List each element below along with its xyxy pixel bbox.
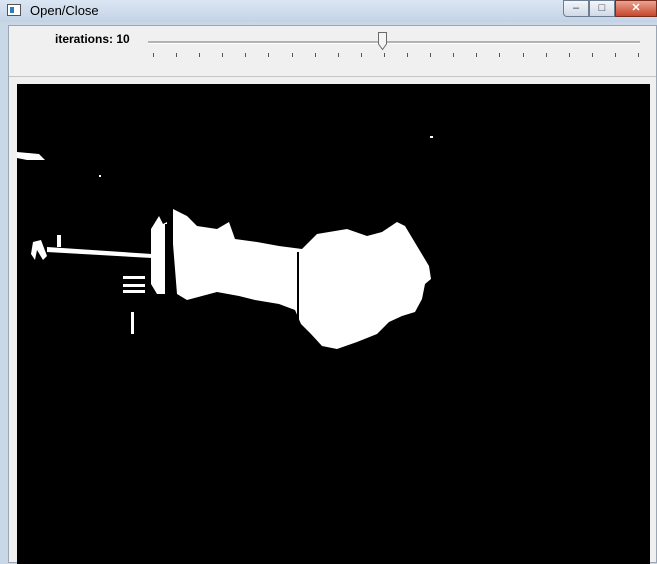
trackbar-tick (337, 53, 339, 57)
binary-image (17, 84, 650, 564)
trackbar-panel: iterations: 10 (9, 26, 656, 77)
trackbar-tick (268, 53, 270, 57)
trackbar-tick (153, 53, 154, 57)
trackbar-tick (568, 53, 570, 57)
title-bar[interactable]: Open/Close – □ ✕ (0, 0, 657, 22)
trackbar-tick (614, 53, 616, 57)
trackbar-tick (499, 53, 501, 57)
trackbar-tick (291, 53, 293, 57)
maximize-icon: □ (598, 2, 606, 14)
trackbar-track[interactable] (148, 41, 640, 44)
window-client-area: iterations: 10 (8, 25, 657, 564)
trackbar-label: iterations: 10 (55, 32, 130, 46)
trackbar-tick (176, 53, 178, 57)
trackbar-tick (199, 53, 201, 57)
trackbar-tick (522, 53, 524, 57)
trackbar-tick (638, 53, 639, 57)
trackbar-thumb[interactable] (378, 32, 387, 50)
trackbar-tick (453, 53, 455, 57)
trackbar-tick (245, 53, 247, 57)
window-title: Open/Close (30, 3, 99, 18)
morphology-output-image (17, 84, 650, 564)
trackbar-tick (545, 53, 547, 57)
trackbar-tick (430, 53, 432, 57)
trackbar-tick (407, 53, 409, 57)
window-app-icon[interactable] (7, 4, 21, 16)
trackbar-ticks (153, 53, 639, 59)
trackbar-tick (314, 53, 316, 57)
trackbar-tick (476, 53, 478, 57)
trackbar-tick (383, 53, 385, 57)
trackbar-tick (591, 53, 593, 57)
trackbar-tick (222, 53, 224, 57)
minimize-button[interactable]: – (563, 0, 589, 17)
close-icon: ✕ (631, 2, 641, 14)
close-button[interactable]: ✕ (615, 0, 657, 17)
minimize-icon: – (572, 2, 580, 14)
maximize-button[interactable]: □ (589, 0, 615, 17)
trackbar-tick (360, 53, 362, 57)
